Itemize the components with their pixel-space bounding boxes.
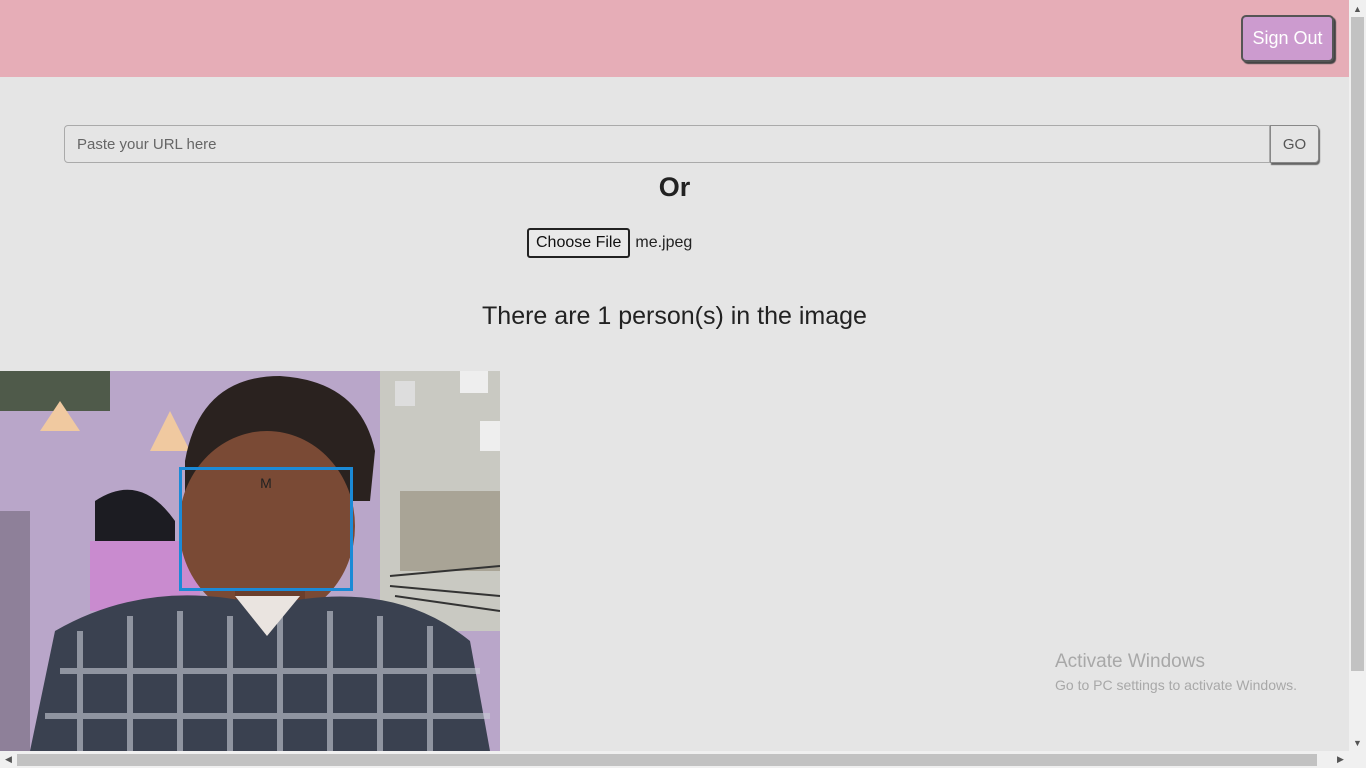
url-input[interactable] (64, 125, 1270, 163)
go-button[interactable]: GO (1270, 125, 1319, 163)
horizontal-scrollbar[interactable]: ◀ ▶ (0, 751, 1366, 768)
scroll-right-arrow-icon[interactable]: ▶ (1332, 751, 1349, 768)
windows-activation-watermark: Activate Windows Go to PC settings to ac… (1055, 651, 1297, 693)
face-label: M (260, 475, 272, 491)
watermark-subtitle: Go to PC settings to activate Windows. (1055, 677, 1297, 693)
watermark-title: Activate Windows (1055, 651, 1205, 672)
url-form: GO (64, 125, 1319, 163)
scroll-down-arrow-icon[interactable]: ▼ (1349, 734, 1366, 751)
person-count-message: There are 1 person(s) in the image (482, 302, 867, 330)
face-detection-box: M (179, 467, 353, 591)
horizontal-scroll-thumb[interactable] (17, 754, 1317, 766)
scroll-left-arrow-icon[interactable]: ◀ (0, 751, 17, 768)
scroll-up-arrow-icon[interactable]: ▲ (1349, 0, 1366, 17)
page-viewport: Sign Out GO Or Choose File me.jpeg There… (0, 0, 1349, 751)
uploaded-photo: M (0, 371, 500, 751)
or-divider-text: Or (658, 172, 691, 202)
sign-out-button[interactable]: Sign Out (1241, 15, 1334, 62)
vertical-scroll-thumb[interactable] (1351, 17, 1364, 671)
vertical-scrollbar[interactable]: ▲ ▼ (1349, 0, 1366, 751)
file-picker: Choose File me.jpeg (527, 228, 692, 258)
header-bar: Sign Out (0, 0, 1349, 77)
choose-file-button[interactable]: Choose File (527, 228, 631, 258)
selected-file-name: me.jpeg (635, 234, 693, 251)
